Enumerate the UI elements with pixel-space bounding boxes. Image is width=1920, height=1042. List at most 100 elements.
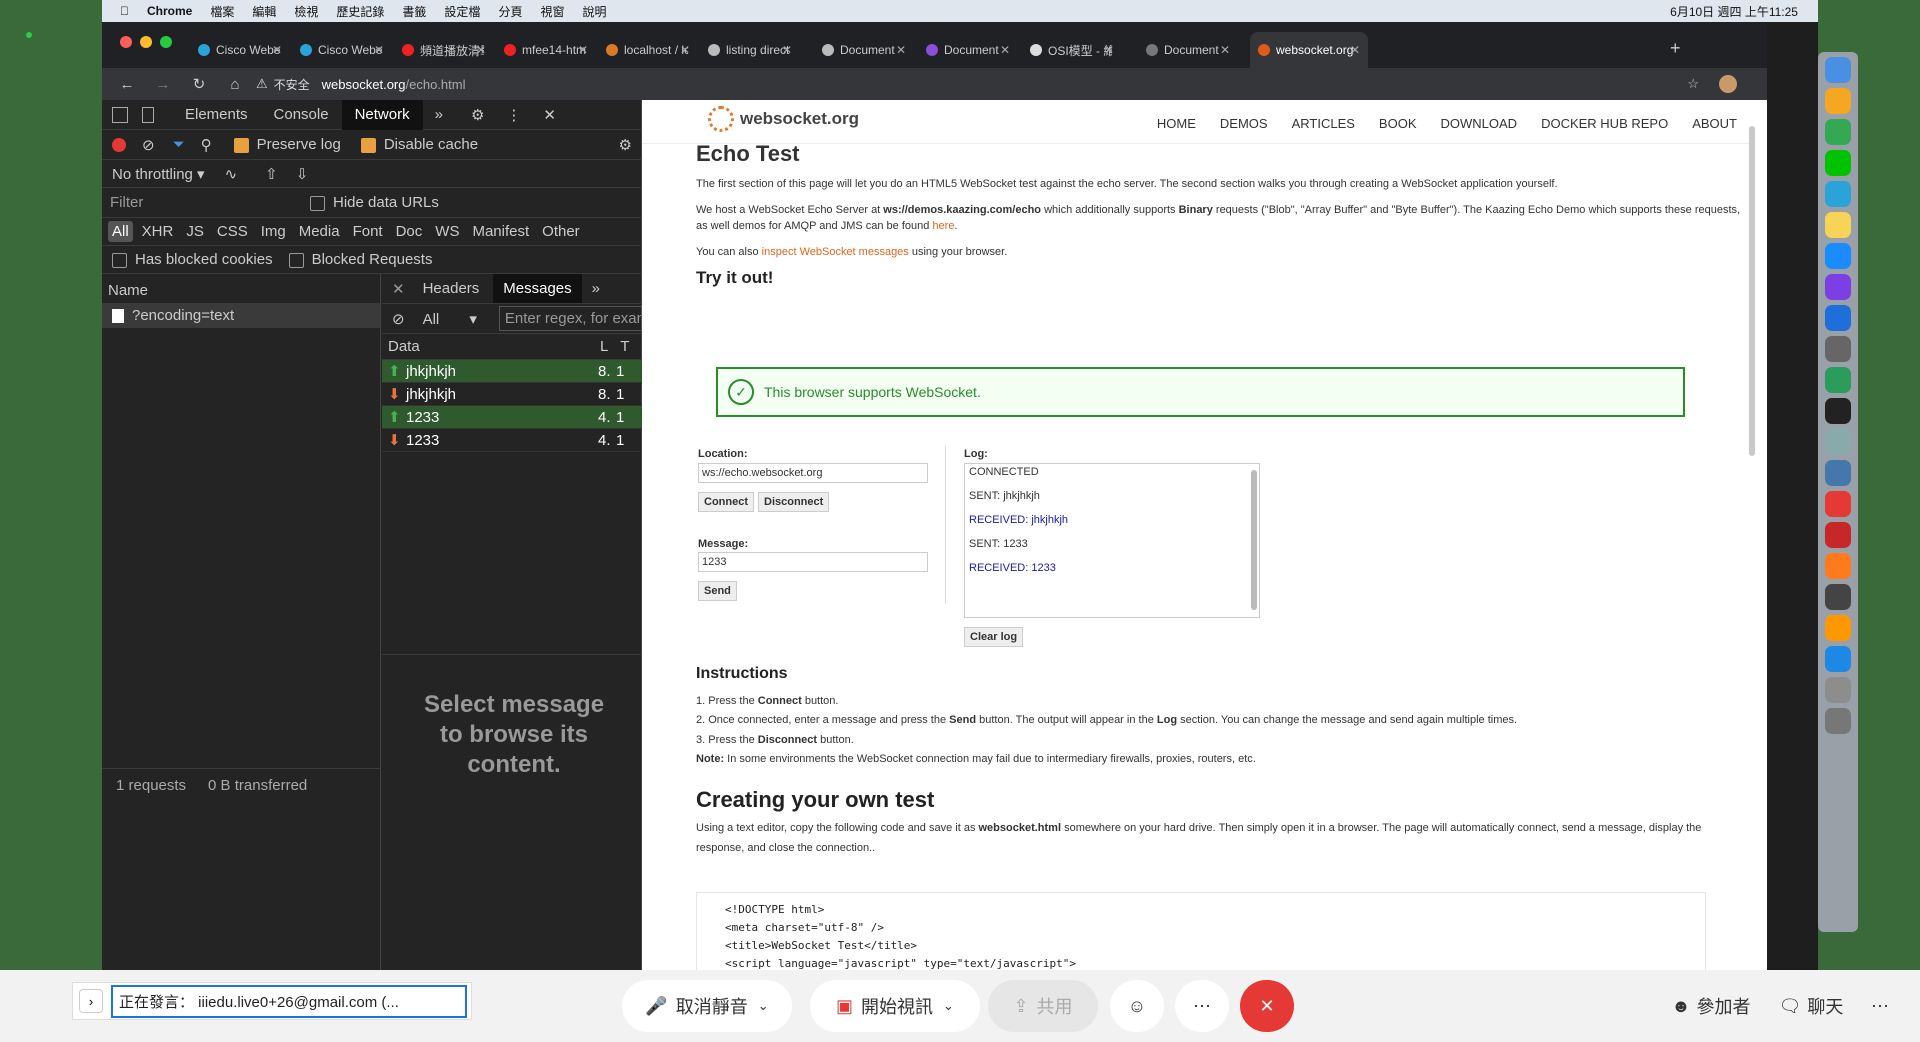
devtools-tab-network[interactable]: Network <box>341 99 423 130</box>
site-logo[interactable]: websocket.org <box>708 106 859 132</box>
dock-app-icon[interactable] <box>1825 274 1851 300</box>
more-options-button[interactable]: ⋯ <box>1175 980 1229 1032</box>
profile-avatar[interactable] <box>1719 75 1737 93</box>
dock-app-icon[interactable] <box>1825 584 1851 610</box>
message-row[interactable]: ⬆ 1233 4. 1 <box>382 406 642 429</box>
dock-app-icon[interactable] <box>1825 305 1851 331</box>
more-subtabs-icon[interactable]: » <box>592 280 600 297</box>
close-tab-icon[interactable]: ✕ <box>1350 43 1360 57</box>
more-tabs-icon[interactable]: » <box>435 106 443 123</box>
browser-tab[interactable]: listing director✕ <box>700 32 800 68</box>
record-icon[interactable] <box>112 137 126 152</box>
close-tab-icon[interactable]: ✕ <box>1000 43 1010 57</box>
clear-icon[interactable]: ⊘ <box>142 136 155 154</box>
network-settings-icon[interactable]: ⚙ <box>619 136 632 154</box>
menubar-app-name[interactable]: Chrome <box>147 4 192 18</box>
here-link[interactable]: here <box>932 220 954 232</box>
browser-tab[interactable]: mfee14-html5a✕ <box>496 32 596 68</box>
message-row[interactable]: ⬆ jhkjhkjh 8. 1 <box>382 360 642 383</box>
filter-input[interactable]: Filter <box>110 194 290 211</box>
back-icon[interactable]: ← <box>116 76 138 93</box>
data-column-header[interactable]: Data <box>388 338 588 355</box>
close-tab-icon[interactable]: ✕ <box>476 43 486 57</box>
browser-tab[interactable]: Cisco Webex M✕ <box>292 32 392 68</box>
browser-tab[interactable]: OSI模型 - 維基✕ <box>1022 32 1122 68</box>
dock-app-icon[interactable] <box>1825 243 1851 269</box>
type-filter-img[interactable]: Img <box>257 221 290 242</box>
share-button[interactable]: ⇪ 共用 <box>988 980 1098 1032</box>
type-filter-js[interactable]: JS <box>182 221 208 242</box>
dock-app-icon[interactable] <box>1825 336 1851 362</box>
close-detail-icon[interactable]: ✕ <box>392 280 405 298</box>
menubar-datetime[interactable]: 6月10日 週四 上午11:25 <box>1670 3 1798 20</box>
has-blocked-cookies-checkbox[interactable]: Has blocked cookies <box>112 251 273 268</box>
type-filter-ws[interactable]: WS <box>431 221 463 242</box>
dock-app-icon[interactable] <box>1825 553 1851 579</box>
dock-app-icon[interactable] <box>1825 150 1851 176</box>
dock-app-icon[interactable] <box>1825 119 1851 145</box>
export-har-icon[interactable]: ⇩ <box>296 165 309 183</box>
message-type-select[interactable]: All ▾ <box>423 310 493 328</box>
clear-log-button[interactable]: Clear log <box>964 627 1024 647</box>
minimize-window-button[interactable] <box>140 36 152 48</box>
dock-app-icon[interactable] <box>1825 677 1851 703</box>
type-filter-manifest[interactable]: Manifest <box>468 221 533 242</box>
time-column-header[interactable]: T <box>620 338 629 355</box>
chat-button[interactable]: 🗨 聊天 <box>1770 980 1852 1032</box>
dock-app-icon[interactable] <box>1825 646 1851 672</box>
hide-data-urls-checkbox[interactable]: Hide data URLs <box>310 194 439 211</box>
menubar-item[interactable]: 說明 <box>582 3 606 20</box>
message-input[interactable]: 1233 <box>698 552 928 572</box>
type-filter-media[interactable]: Media <box>295 221 344 242</box>
close-tab-icon[interactable]: ✕ <box>1220 43 1230 57</box>
import-har-icon[interactable]: ⇧ <box>265 165 278 183</box>
participants-button[interactable]: ☻ 參加者 <box>1652 980 1770 1032</box>
browser-tab[interactable]: Document ✕ <box>814 32 914 68</box>
browser-tab[interactable]: Document ✕ <box>918 32 1018 68</box>
reactions-button[interactable]: ☺ <box>1110 980 1164 1032</box>
device-icon[interactable] <box>142 106 154 123</box>
browser-tab[interactable]: Document ✕ <box>1138 32 1238 68</box>
reload-icon[interactable]: ↻ <box>188 75 210 93</box>
dock-app-icon[interactable] <box>1825 367 1851 393</box>
dock-app-icon[interactable] <box>1825 460 1851 486</box>
apple-icon[interactable]:  <box>120 4 129 18</box>
site-nav-link[interactable]: ABOUT <box>1692 116 1737 131</box>
dock-app-icon[interactable] <box>1825 491 1851 517</box>
type-filter-xhr[interactable]: XHR <box>138 221 178 242</box>
dock-app-icon[interactable] <box>1825 57 1851 83</box>
tab-headers[interactable]: Headers <box>423 280 480 297</box>
blocked-requests-checkbox[interactable]: Blocked Requests <box>288 251 432 268</box>
length-column-header[interactable]: L <box>600 338 608 355</box>
tab-messages[interactable]: Messages <box>493 274 582 303</box>
menubar-item[interactable]: 檔案 <box>210 3 234 20</box>
clear-messages-icon[interactable]: ⊘ <box>392 310 405 328</box>
close-tab-icon[interactable]: ✕ <box>782 43 792 57</box>
chevron-down-icon[interactable]: ⌄ <box>758 998 769 1014</box>
site-nav-link[interactable]: DOCKER HUB REPO <box>1541 116 1668 131</box>
menubar-item[interactable]: 歷史記錄 <box>336 3 384 20</box>
zoom-window-button[interactable] <box>160 36 172 48</box>
inspect-icon[interactable] <box>112 106 128 123</box>
browser-tab[interactable]: localhost / loca✕ <box>598 32 698 68</box>
wifi-settings-icon[interactable]: ∿ <box>225 165 238 183</box>
close-tab-icon[interactable]: ✕ <box>1104 43 1114 57</box>
log-box[interactable]: CONNECTED SENT: jhkjhkjh RECEIVED: jhkjhkj… <box>964 463 1260 618</box>
kebab-menu-icon[interactable]: ⋮ <box>506 106 521 124</box>
browser-tab[interactable]: websocket.org ✕ <box>1250 32 1368 68</box>
filter-icon[interactable]: ⏷ <box>173 136 185 153</box>
expand-icon[interactable]: › <box>79 989 103 1013</box>
menubar-item[interactable]: 編輯 <box>252 3 276 20</box>
location-input[interactable]: ws://echo.websocket.org <box>698 463 928 483</box>
menubar-item[interactable]: 書籤 <box>402 3 426 20</box>
dock-app-icon[interactable] <box>1825 708 1851 734</box>
browser-tab[interactable]: 頻道播放清單 -✕ <box>394 32 494 68</box>
page-scrollbar[interactable] <box>1749 126 1755 456</box>
menubar-item[interactable]: 設定檔 <box>444 3 480 20</box>
preserve-log-checkbox[interactable]: Preserve log <box>233 136 341 153</box>
type-filter-doc[interactable]: Doc <box>392 221 427 242</box>
overflow-button[interactable]: ⋯ <box>1860 980 1900 1032</box>
dock-app-icon[interactable] <box>1825 181 1851 207</box>
close-tab-icon[interactable]: ✕ <box>680 43 690 57</box>
browser-tab[interactable]: Cisco Webex M✕ <box>190 32 290 68</box>
